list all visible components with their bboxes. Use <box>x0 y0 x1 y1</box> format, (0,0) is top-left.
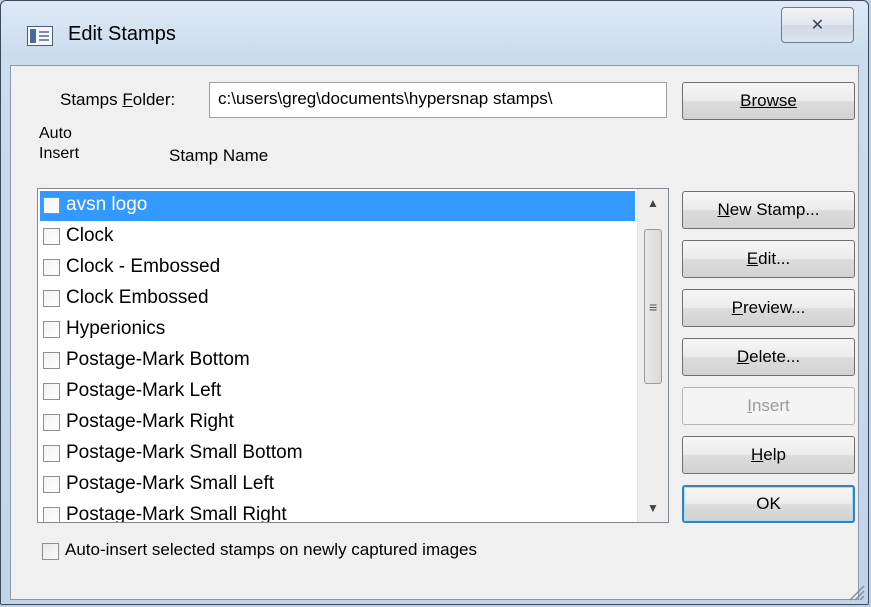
stamp-auto-insert-checkbox[interactable] <box>43 383 60 400</box>
stamp-name: Postage-Mark Bottom <box>66 349 250 370</box>
stamp-name: Postage-Mark Small Left <box>66 473 275 494</box>
new-stamp-button[interactable]: New Stamp... <box>682 191 855 229</box>
ok-button[interactable]: OK <box>682 485 855 523</box>
stamp-name: Clock - Embossed <box>66 256 221 277</box>
edit-stamps-dialog: Edit Stamps ✕ Stamps Folder: c:\users\gr… <box>0 0 869 605</box>
list-scrollbar[interactable]: ▲ ≡ ▼ <box>637 189 668 522</box>
stamp-list-item[interactable]: avsn logo <box>40 191 635 221</box>
stamp-auto-insert-checkbox[interactable] <box>43 290 60 307</box>
stamp-list-item[interactable]: Postage-Mark Small Right <box>40 501 635 523</box>
stamp-auto-insert-checkbox[interactable] <box>43 476 60 493</box>
stamp-list-item[interactable]: Clock <box>40 222 635 252</box>
scroll-thumb[interactable]: ≡ <box>644 229 662 384</box>
stamp-list-item[interactable]: Postage-Mark Left <box>40 377 635 407</box>
stamp-dialog-icon <box>27 26 53 46</box>
insert-button[interactable]: Insert <box>682 387 855 425</box>
scroll-grip-icon: ≡ <box>649 299 658 315</box>
stamp-list-item[interactable]: Clock Embossed <box>40 284 635 314</box>
stamp-list[interactable]: avsn logo Clock Clock - Embossed Clock Embo… <box>37 188 669 523</box>
delete-button[interactable]: Delete... <box>682 338 855 376</box>
stamp-list-item[interactable]: Hyperionics <box>40 315 635 345</box>
stamp-name: Hyperionics <box>66 318 166 339</box>
stamp-name: avsn logo <box>66 194 148 215</box>
stamp-name: Postage-Mark Small Bottom <box>66 442 303 463</box>
resize-grip-icon[interactable] <box>845 581 865 601</box>
auto-insert-label[interactable]: Auto-insert selected stamps on newly cap… <box>65 540 477 560</box>
stamp-list-item[interactable]: Postage-Mark Small Bottom <box>40 439 635 469</box>
down-arrow-icon[interactable]: ▼ <box>638 496 668 520</box>
stamp-auto-insert-checkbox[interactable] <box>43 197 60 214</box>
stamp-name: Clock Embossed <box>66 287 209 308</box>
edit-button[interactable]: Edit... <box>682 240 855 278</box>
stamp-auto-insert-checkbox[interactable] <box>43 445 60 462</box>
close-button[interactable]: ✕ <box>781 7 854 43</box>
stamp-auto-insert-checkbox[interactable] <box>43 321 60 338</box>
stamp-auto-insert-checkbox[interactable] <box>43 507 60 522</box>
stamp-name: Postage-Mark Small Right <box>66 504 287 523</box>
auto-insert-checkbox[interactable] <box>42 543 59 560</box>
stamp-name: Postage-Mark Left <box>66 380 222 401</box>
stamp-auto-insert-checkbox[interactable] <box>43 352 60 369</box>
stamp-list-item[interactable]: Clock - Embossed <box>40 253 635 283</box>
stamp-list-item[interactable]: Postage-Mark Right <box>40 408 635 438</box>
stamp-auto-insert-checkbox[interactable] <box>43 259 60 276</box>
stamp-list-item[interactable]: Postage-Mark Bottom <box>40 346 635 376</box>
preview-button[interactable]: Preview... <box>682 289 855 327</box>
stamp-auto-insert-checkbox[interactable] <box>43 228 60 245</box>
close-icon: ✕ <box>810 17 825 34</box>
stamps-folder-label: Stamps Folder: <box>60 90 176 109</box>
stamp-list-item[interactable]: Postage-Mark Small Left <box>40 470 635 500</box>
stamp-name-column-header: Stamp Name <box>169 146 269 165</box>
dialog-body: Stamps Folder: c:\users\greg\documents\h… <box>10 65 859 600</box>
dialog-title: Edit Stamps <box>68 23 176 45</box>
browse-button[interactable]: Browse <box>682 82 855 120</box>
stamp-name: Clock <box>66 225 114 246</box>
help-button[interactable]: Help <box>682 436 855 474</box>
stamp-auto-insert-checkbox[interactable] <box>43 414 60 431</box>
stamp-name: Postage-Mark Right <box>66 411 234 432</box>
auto-insert-column-header: Auto Insert <box>39 125 80 162</box>
up-arrow-icon[interactable]: ▲ <box>638 191 668 215</box>
title-bar[interactable]: Edit Stamps ✕ <box>1 1 868 63</box>
stamps-folder-field[interactable]: c:\users\greg\documents\hypersnap stamps… <box>209 82 667 118</box>
